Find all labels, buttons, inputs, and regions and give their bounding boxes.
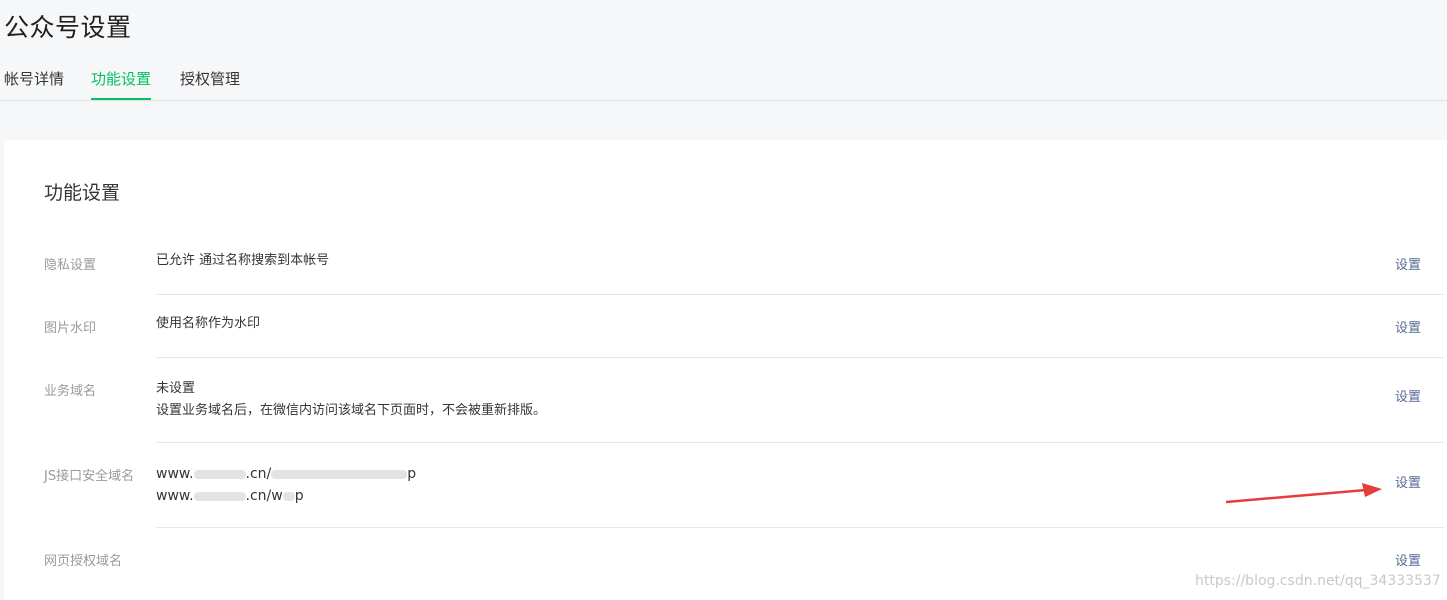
redaction-blur bbox=[193, 469, 246, 479]
redaction-blur bbox=[271, 469, 408, 479]
setting-value-line: 已允许 通过名称搜索到本帐号 bbox=[156, 253, 330, 268]
annotation-arrow-icon bbox=[1226, 483, 1382, 504]
setting-value-privacy: 已允许 通过名称搜索到本帐号 bbox=[156, 250, 329, 272]
setting-button-privacy[interactable]: 设置 bbox=[1395, 254, 1421, 273]
setting-value-line: 未设置 bbox=[156, 381, 196, 396]
card-title: 功能设置 bbox=[44, 182, 121, 204]
setting-label-business-domain: 业务域名 bbox=[44, 384, 97, 399]
tab-account-details[interactable]: 帐号详情 bbox=[4, 68, 64, 100]
tab-authorization-management[interactable]: 授权管理 bbox=[180, 68, 240, 100]
row-divider bbox=[156, 357, 1444, 358]
js-domain-line: www. .cn/p bbox=[156, 466, 417, 482]
setting-button-business-domain[interactable]: 设置 bbox=[1395, 386, 1421, 405]
setting-label-web-auth-domain: 网页授权域名 bbox=[44, 554, 123, 569]
page-title: 公众号设置 bbox=[4, 13, 132, 42]
setting-button-watermark[interactable]: 设置 bbox=[1395, 317, 1421, 336]
row-divider bbox=[156, 294, 1444, 295]
setting-value-js-domain: www. .cn/p www. .cn/w p bbox=[156, 463, 416, 507]
setting-value-watermark: 使用名称作为水印 bbox=[156, 313, 260, 335]
setting-value-line: 使用名称作为水印 bbox=[156, 316, 261, 331]
setting-label-privacy: 隐私设置 bbox=[44, 258, 97, 273]
setting-value-business-domain: 未设置 设置业务域名后，在微信内访问该域名下页面时，不会被重新排版。 bbox=[156, 378, 546, 422]
js-domain-line: www. .cn/w p bbox=[156, 488, 304, 504]
row-divider bbox=[156, 527, 1444, 528]
settings-card: 功能设置 隐私设置 已允许 通过名称搜索到本帐号 设置 图片水印 使用名称作为水… bbox=[4, 140, 1447, 600]
redaction-blur bbox=[193, 491, 246, 501]
setting-button-web-auth-domain[interactable]: 设置 bbox=[1395, 550, 1421, 569]
tab-feature-settings[interactable]: 功能设置 bbox=[91, 68, 152, 100]
row-divider bbox=[156, 442, 1444, 443]
setting-value-line: 设置业务域名后，在微信内访问该域名下页面时，不会被重新排版。 bbox=[156, 403, 547, 418]
setting-label-watermark: 图片水印 bbox=[44, 321, 97, 336]
setting-button-js-domain[interactable]: 设置 bbox=[1395, 472, 1421, 491]
setting-label-js-domain: JS接口安全域名 bbox=[44, 469, 135, 484]
tab-bar: 帐号详情 功能设置 授权管理 bbox=[0, 60, 1447, 101]
watermark: https://blog.csdn.net/qq_34333537 bbox=[1195, 573, 1441, 589]
redaction-blur bbox=[282, 491, 295, 501]
